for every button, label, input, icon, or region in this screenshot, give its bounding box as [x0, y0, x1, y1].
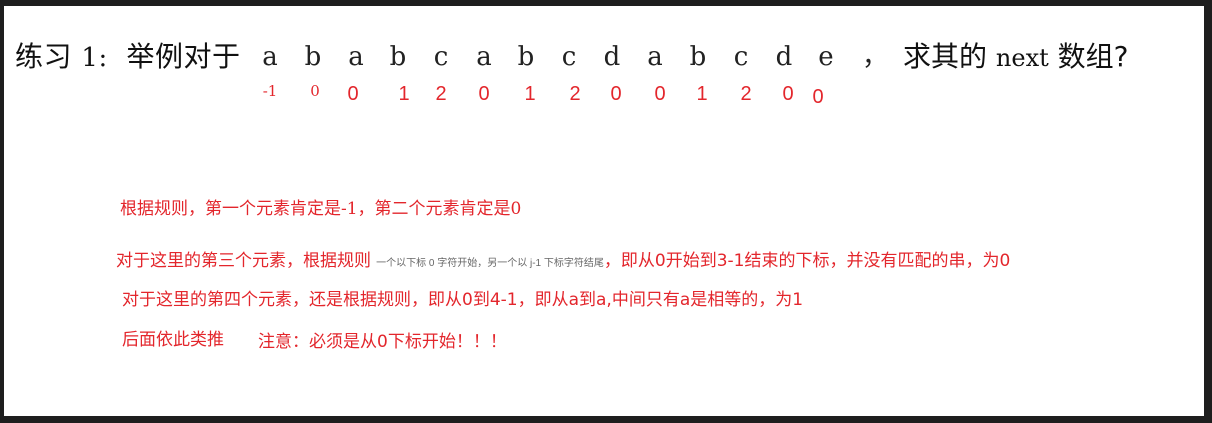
- pattern-char: b: [304, 42, 322, 72]
- question-ask: 求其的: [903, 40, 988, 73]
- note-third-suffix: ，即从0开始到3-1结束的下标，并没有匹配的串，为0: [603, 251, 1011, 271]
- pattern-char: c: [733, 42, 749, 72]
- note-attention: 注意：必须是从0下标开始！！！: [258, 332, 507, 352]
- question-suffix: 求其的 next 数组?: [903, 34, 1129, 81]
- next-value: 0: [812, 86, 824, 108]
- pattern-char: d: [775, 42, 793, 72]
- question-end: 数组?: [1057, 40, 1129, 73]
- question-intro: 举例对于: [126, 40, 241, 73]
- pattern-char: b: [389, 42, 407, 72]
- note-third-element: 对于这里的第三个元素，根据规则 一个以下标 0 字符开始，另一个以 j-1 下标…: [116, 246, 1010, 279]
- next-value: 0: [610, 83, 622, 105]
- exercise-label: 练习: [15, 40, 73, 73]
- document-page: 练习 1: 举例对于 求其的 next 数组? ababcabcdabcde ，…: [4, 6, 1204, 416]
- pattern-char: b: [689, 42, 707, 72]
- note-and-so-on: 后面依此类推: [122, 330, 224, 350]
- next-value: 1: [398, 83, 410, 105]
- next-value: 0: [654, 83, 666, 105]
- note-fourth-element: 对于这里的第四个元素，还是根据规则，即从0到4-1，即从a到a,中间只有a是相等…: [122, 290, 804, 310]
- pattern-char: c: [433, 42, 449, 72]
- pattern-char: a: [476, 42, 492, 72]
- note-third-prefix: 对于这里的第三个元素，根据规则: [116, 251, 371, 271]
- next-value: 2: [740, 83, 752, 105]
- next-value: 0: [310, 82, 320, 100]
- next-value: 0: [478, 83, 490, 105]
- exercise-number: 1:: [81, 43, 108, 73]
- pattern-char: e: [818, 42, 834, 72]
- note-third-small: 一个以下标 0 字符开始，另一个以 j-1 下标字符结尾: [376, 258, 604, 269]
- pattern-comma: ，: [862, 42, 889, 72]
- pattern-char: a: [262, 42, 278, 72]
- pattern-char: d: [603, 42, 621, 72]
- next-keyword: next: [995, 44, 1049, 72]
- next-value: 1: [696, 83, 708, 105]
- next-value: 1: [524, 83, 536, 105]
- pattern-char: a: [647, 42, 663, 72]
- next-value: 2: [569, 83, 581, 105]
- next-value: 0: [782, 83, 794, 105]
- question-prefix: 练习 1: 举例对于: [15, 34, 241, 81]
- next-value: -1: [262, 82, 278, 100]
- next-value: 0: [347, 83, 359, 105]
- pattern-char: a: [348, 42, 364, 72]
- pattern-char: b: [517, 42, 535, 72]
- pattern-char: c: [561, 42, 577, 72]
- note-rule-first-two: 根据规则，第一个元素肯定是-1，第二个元素肯定是0: [120, 199, 522, 219]
- next-value: 2: [435, 83, 447, 105]
